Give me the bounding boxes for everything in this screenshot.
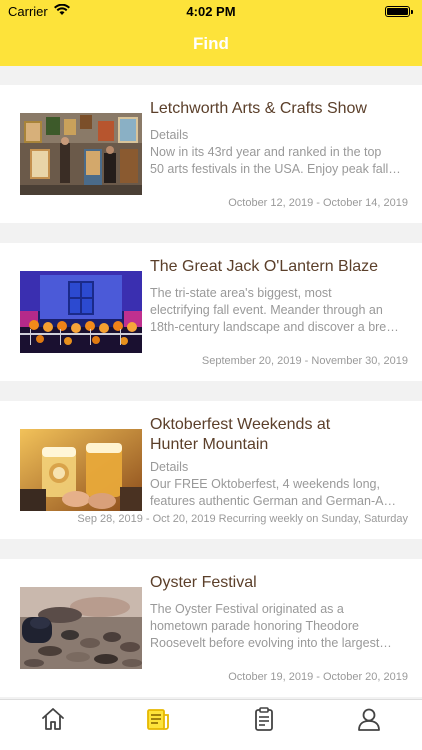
profile-icon: [358, 708, 381, 731]
description-line: Details: [150, 460, 189, 474]
jack-o-lantern-photo: [20, 271, 142, 353]
tab-bar: [0, 699, 422, 750]
event-description: Details Our FREE Oktoberfest, 4 weekends…: [150, 459, 408, 510]
description-line: Now in its 43rd year and ranked in the t…: [150, 145, 382, 159]
status-left: Carrier: [8, 3, 70, 19]
tab-home[interactable]: [23, 706, 83, 732]
tab-find[interactable]: [128, 706, 188, 732]
event-description: Details Now in its 43rd year and ranked …: [150, 127, 408, 178]
event-card[interactable]: Oktoberfest Weekends at Hunter Mountain …: [0, 401, 422, 539]
wifi-icon: [53, 3, 70, 19]
event-card[interactable]: The Great Jack O'Lantern Blaze The tri-s…: [0, 243, 422, 381]
description-line: features authentic German and German-A…: [150, 494, 396, 508]
event-title-line: Oktoberfest Weekends at: [150, 416, 331, 433]
beer-toast-photo: [20, 429, 142, 511]
news-icon: [147, 709, 170, 730]
art-gallery-photo: [20, 113, 142, 195]
event-description: The Oyster Festival originated as a home…: [150, 601, 408, 652]
event-date: October 12, 2019 - October 14, 2019: [228, 197, 408, 209]
description-line: electrifying fall event. Meander through…: [150, 303, 383, 317]
clipboard-icon: [254, 707, 273, 731]
event-title[interactable]: Letchworth Arts & Crafts Show: [150, 99, 408, 119]
event-card[interactable]: Oyster Festival The Oyster Festival orig…: [0, 559, 422, 697]
event-date: Sep 28, 2019 - Oct 20, 2019 Recurring we…: [77, 513, 408, 525]
event-list[interactable]: Letchworth Arts & Crafts Show Details No…: [0, 66, 422, 699]
battery-fill: [387, 7, 408, 15]
event-date: October 19, 2019 - October 20, 2019: [228, 671, 408, 683]
page-title: Find: [193, 34, 229, 53]
description-line: Details: [150, 128, 189, 142]
home-icon: [41, 708, 64, 730]
event-title[interactable]: The Great Jack O'Lantern Blaze: [150, 257, 408, 277]
tab-clipboard[interactable]: [234, 706, 294, 732]
description-line: hometown parade honoring Theodore: [150, 619, 359, 633]
description-line: 50 arts festivals in the USA. Enjoy peak…: [150, 162, 401, 176]
event-card[interactable]: Letchworth Arts & Crafts Show Details No…: [0, 85, 422, 223]
event-title[interactable]: Oyster Festival: [150, 573, 408, 593]
navigation-bar: Find: [0, 22, 422, 66]
tab-profile[interactable]: [339, 706, 399, 732]
oysters-photo: [20, 587, 142, 669]
description-line: Roosevelt before evolving into the large…: [150, 636, 392, 650]
event-title-line: Hunter Mountain: [150, 436, 269, 453]
carrier-label: Carrier: [8, 3, 48, 19]
description-line: The Oyster Festival originated as a: [150, 602, 344, 616]
event-date: September 20, 2019 - November 30, 2019: [201, 355, 408, 367]
event-title[interactable]: Oktoberfest Weekends at Hunter Mountain: [150, 415, 408, 455]
status-bar: Carrier 4:02 PM: [0, 0, 422, 22]
battery-icon: [385, 5, 413, 17]
description-line: The tri-state area's biggest, most: [150, 286, 332, 300]
description-line: 18th-century landscape and discover a br…: [150, 320, 399, 334]
event-description: The tri-state area's biggest, most elect…: [150, 285, 408, 336]
description-line: Our FREE Oktoberfest, 4 weekends long,: [150, 477, 380, 491]
